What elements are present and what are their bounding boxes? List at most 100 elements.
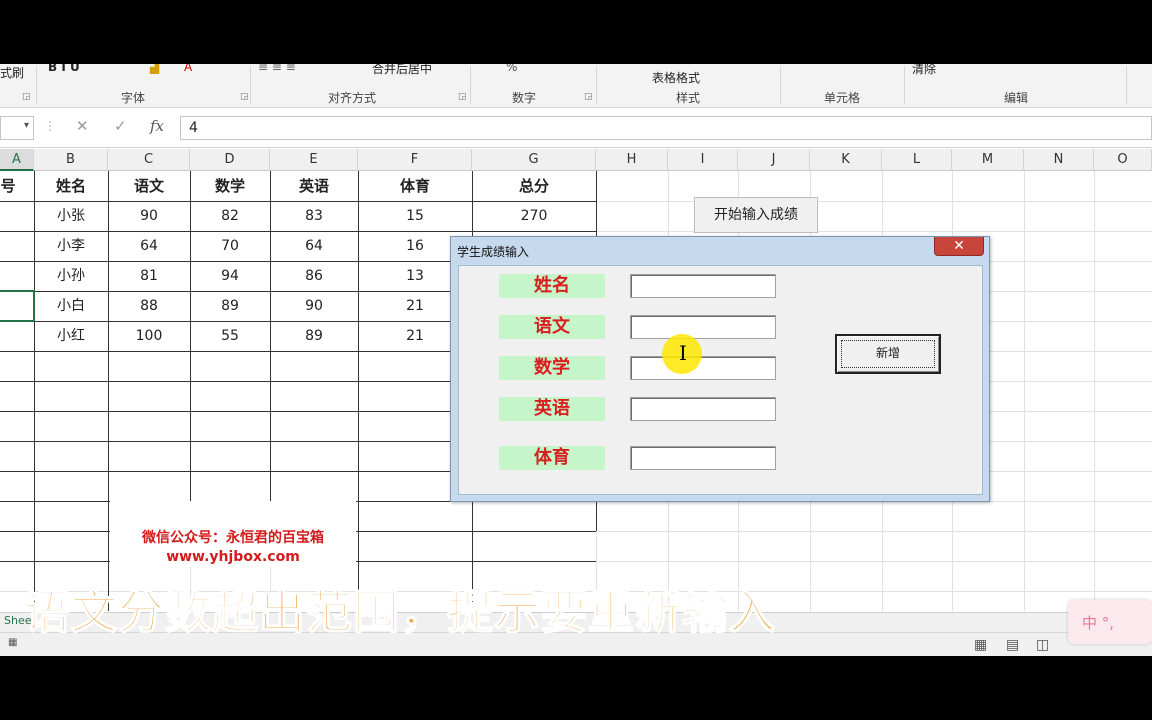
column-header[interactable]: J [738,149,810,171]
gridline [1094,171,1095,611]
group-cells-label: 单元格 [824,91,861,105]
column-header[interactable]: F [358,149,472,171]
column-header[interactable]: G [472,149,596,171]
table-cell[interactable]: 55 [190,321,270,351]
table-cell[interactable]: 89 [270,321,358,351]
math-label: 数学 [499,356,605,380]
pe-input[interactable] [630,446,776,470]
table-cell[interactable]: 64 [270,231,358,261]
chinese-input[interactable] [630,315,776,339]
table-cell[interactable]: 100 [108,321,190,351]
table-header-id[interactable]: 号 [0,171,16,201]
align-buttons[interactable]: ≡ ≡ ≡ [258,64,296,74]
table-header-cell[interactable]: 语文 [108,171,190,201]
watermark: 微信公众号：永恒君的百宝箱 www.yhjbox.com [110,501,356,567]
normal-view-icon[interactable]: ▦ [974,637,987,653]
format-as-table-button[interactable]: 表格格式 [652,69,700,86]
table-cell[interactable]: 小李 [34,231,108,261]
column-header[interactable]: I [668,149,738,171]
table-cell[interactable]: 270 [472,201,596,231]
page-break-icon[interactable]: ◫ [1036,637,1049,653]
table-cell[interactable]: 83 [270,201,358,231]
video-subtitle: 语文分数超出范围，提示要重新输入 [23,584,776,640]
cancel-icon[interactable]: ✕ [76,117,89,135]
column-header[interactable]: K [810,149,882,171]
percent-icon[interactable]: % [506,64,517,74]
column-header[interactable]: D [190,149,270,171]
table-header-cell[interactable]: 体育 [358,171,472,201]
enter-icon[interactable]: ✓ [114,117,127,135]
formula-bar: ▾ ⋮ ✕ ✓ fx 4 [0,108,1152,148]
column-header[interactable]: E [270,149,358,171]
add-button[interactable]: 新增 [835,334,941,374]
ime-toolbar[interactable]: 中 °, [1068,600,1152,644]
pe-label: 体育 [499,446,605,470]
clipboard-launcher-icon[interactable]: ◲ [22,92,31,102]
english-input[interactable] [630,397,776,421]
start-input-button[interactable]: 开始输入成绩 [694,197,818,233]
ribbon-separator [904,66,905,104]
merge-center-button[interactable]: 合并后居中 [372,64,432,77]
table-cell[interactable]: 小孙 [34,261,108,291]
number-launcher-icon[interactable]: ◲ [584,92,593,102]
font-color-icon[interactable]: A [184,64,192,74]
watermark-line2: www.yhjbox.com [166,549,300,565]
column-header[interactable]: H [596,149,668,171]
table-header-cell[interactable]: 姓名 [34,171,108,201]
insert-function-icon[interactable]: fx [150,117,164,135]
close-icon[interactable]: ✕ [934,237,984,256]
font-launcher-icon[interactable]: ◲ [240,92,249,102]
table-cell[interactable]: 小红 [34,321,108,351]
ribbon-separator [470,66,471,104]
group-alignment-label: 对齐方式 [328,91,377,105]
table-cell[interactable]: 81 [108,261,190,291]
column-header[interactable]: A [0,149,34,171]
score-input-dialog: 学生成绩输入 ✕ 姓名 语文 数学 英语 体育 新增 [450,236,990,502]
ribbon-separator [36,66,37,104]
table-header-cell[interactable]: 英语 [270,171,358,201]
column-header[interactable]: N [1024,149,1094,171]
table-cell[interactable]: 小白 [34,291,108,321]
page-layout-icon[interactable]: ▤ [1006,637,1019,653]
macro-record-icon[interactable]: ▦ [8,637,17,648]
video-letterbox-top [0,0,1152,64]
clear-button[interactable]: 清除 [912,64,936,77]
table-cell[interactable]: 88 [108,291,190,321]
column-header[interactable]: C [108,149,190,171]
group-styles-label: 样式 [676,91,701,105]
format-painter-label[interactable]: 式刷 [0,64,24,81]
column-header[interactable]: L [882,149,952,171]
table-cell[interactable]: 90 [108,201,190,231]
table-cell[interactable]: 小张 [34,201,108,231]
watermark-line1: 微信公众号：永恒君的百宝箱 [142,530,324,546]
group-font-label: 字体 [121,91,146,105]
alignment-launcher-icon[interactable]: ◲ [458,92,467,102]
bold-italic-underline-buttons[interactable]: B I U [48,64,80,74]
table-cell[interactable]: 86 [270,261,358,291]
chevron-down-icon[interactable]: ▾ [24,120,29,131]
table-cell[interactable]: 15 [358,201,472,231]
table-cell[interactable]: 90 [270,291,358,321]
table-cell[interactable]: 89 [190,291,270,321]
formula-input[interactable]: 4 [180,116,1152,140]
table-cell[interactable]: 64 [108,231,190,261]
table-header-cell[interactable]: 数学 [190,171,270,201]
table-header-cell[interactable]: 总分 [472,171,596,201]
group-editing-label: 编辑 [1004,91,1029,105]
column-header[interactable]: M [952,149,1024,171]
table-cell[interactable]: 70 [190,231,270,261]
dialog-title: 学生成绩输入 [457,245,530,259]
text-cursor-icon: I [679,341,687,365]
math-input[interactable] [630,356,776,380]
name-box[interactable]: ▾ [0,116,34,140]
ribbon-separator [596,66,597,104]
dialog-body: 姓名 语文 数学 英语 体育 新增 [458,265,983,495]
column-header[interactable]: O [1094,149,1152,171]
name-input[interactable] [630,274,776,298]
fill-color-icon[interactable]: ▟ [150,64,159,74]
table-cell[interactable]: 82 [190,201,270,231]
table-cell[interactable]: 94 [190,261,270,291]
excel-window: 式刷 B I U ▟ A ≡ ≡ ≡ 合并后居中 % 表格格式 清除 字体 对齐… [0,64,1152,656]
group-number-label: 数字 [512,91,537,105]
column-header[interactable]: B [34,149,108,171]
